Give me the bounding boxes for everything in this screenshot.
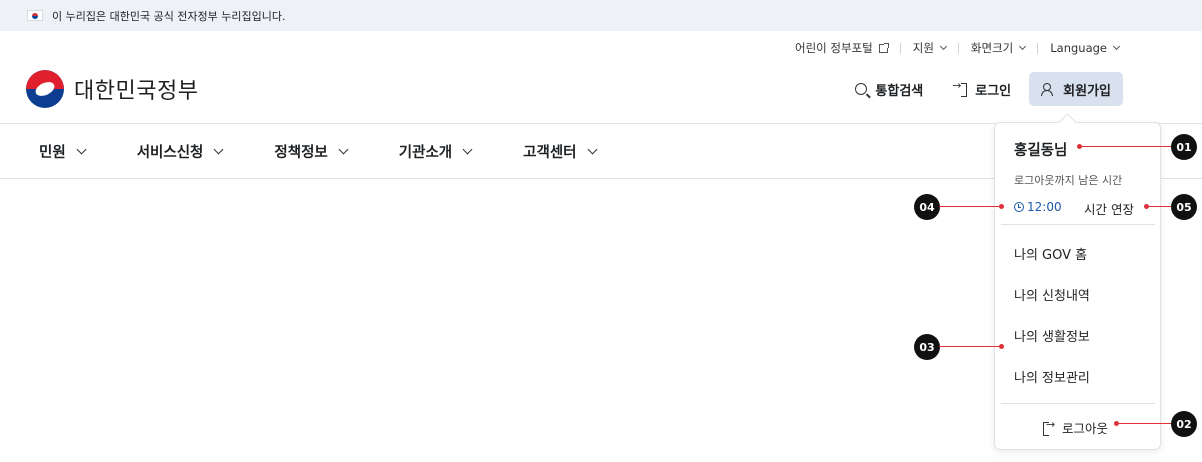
language-label: Language — [1050, 41, 1107, 55]
chevron-down-icon — [76, 144, 87, 154]
chevron-down-icon — [338, 144, 349, 154]
extend-session-button[interactable]: 시간 연장 — [1084, 199, 1134, 218]
chevron-down-icon — [1112, 42, 1121, 51]
menu-item-my-applications[interactable]: 나의 신청내역 — [1014, 274, 1090, 315]
divider — [1001, 224, 1155, 225]
callout-badge-01: 01 — [1171, 134, 1197, 160]
callout-dot — [999, 204, 1004, 209]
chevron-down-icon — [939, 42, 947, 51]
search-button[interactable]: 통합검색 — [843, 72, 935, 106]
callout-dot — [999, 344, 1004, 349]
divider — [899, 42, 901, 54]
clock-icon — [1014, 202, 1024, 212]
nav-item-customer-center[interactable]: 고객센터 — [523, 141, 597, 162]
nav-label: 민원 — [39, 144, 66, 161]
logout-icon — [1043, 418, 1056, 436]
signup-button[interactable]: 회원가입 — [1029, 72, 1123, 106]
callout-line — [1117, 423, 1173, 424]
nav-item-service-request[interactable]: 서비스신청 — [136, 141, 224, 162]
language-menu[interactable]: Language — [1050, 41, 1121, 55]
nav-label: 서비스신청 — [136, 144, 204, 161]
user-add-icon — [1041, 82, 1055, 96]
user-dropdown-panel: 홍길동님 로그아웃까지 남은 시간 12:00 시간 연장 나의 GOV 홈 나… — [994, 122, 1161, 450]
callout-line — [939, 346, 1002, 347]
signup-label: 회원가입 — [1063, 83, 1111, 99]
callout-line — [1147, 206, 1173, 207]
chevron-down-icon — [587, 144, 597, 154]
session-timer-value: 12:00 — [1027, 200, 1062, 214]
login-label: 로그인 — [975, 83, 1012, 99]
menu-item-my-info-management[interactable]: 나의 정보관리 — [1014, 356, 1090, 397]
taegeuk-logo-icon — [26, 70, 64, 108]
callout-badge-04: 04 — [914, 194, 940, 220]
support-menu[interactable]: 지원 — [912, 40, 947, 56]
kids-portal-label: 어린이 정부포털 — [795, 41, 873, 55]
nav-item-policy-info[interactable]: 정책정보 — [274, 141, 349, 162]
nav-label: 기관소개 — [398, 144, 453, 161]
main-nav: 민원 서비스신청 정책정보 기관소개 고객센터 — [39, 124, 648, 178]
nav-item-civil-affairs[interactable]: 민원 — [39, 141, 87, 162]
menu-item-my-life-info[interactable]: 나의 생활정보 — [1014, 315, 1090, 356]
callout-badge-03: 03 — [914, 334, 940, 360]
session-time-label: 로그아웃까지 남은 시간 — [1014, 174, 1123, 187]
divider — [1001, 403, 1155, 404]
gov-official-banner: 이 누리집은 대한민국 공식 전자정부 누리집입니다. — [0, 0, 1202, 31]
site-logo[interactable]: 대한민국정부 — [26, 70, 198, 108]
callout-line — [1080, 146, 1173, 147]
logout-button[interactable]: 로그아웃 — [1043, 418, 1108, 437]
callout-badge-05: 05 — [1171, 194, 1197, 220]
session-timer: 12:00 — [1014, 200, 1062, 214]
font-size-menu[interactable]: 화면크기 — [970, 40, 1027, 56]
kids-portal-link[interactable]: 어린이 정부포털 — [795, 40, 889, 56]
header-actions: 통합검색 로그인 회원가입 — [843, 72, 1123, 106]
korea-flag-icon — [27, 10, 43, 21]
external-link-icon — [878, 42, 889, 53]
nav-item-agency-intro[interactable]: 기관소개 — [398, 141, 473, 162]
nav-label: 정책정보 — [274, 144, 328, 161]
search-label: 통합검색 — [875, 83, 924, 99]
chevron-down-icon — [213, 144, 224, 154]
search-icon — [855, 83, 868, 95]
chevron-down-icon — [1019, 42, 1027, 51]
login-button[interactable]: 로그인 — [941, 72, 1023, 106]
login-icon — [952, 79, 968, 97]
nav-label: 고객센터 — [523, 144, 577, 161]
chevron-down-icon — [462, 144, 473, 154]
menu-item-my-gov-home[interactable]: 나의 GOV 홈 — [1014, 233, 1090, 274]
user-name: 홍길동님 — [1014, 143, 1068, 159]
callout-line — [939, 206, 1002, 207]
logout-label: 로그아웃 — [1062, 421, 1109, 436]
support-label: 지원 — [912, 41, 934, 55]
user-menu: 나의 GOV 홈 나의 신청내역 나의 생활정보 나의 정보관리 — [1014, 233, 1090, 397]
logo-text: 대한민국정부 — [74, 79, 199, 104]
font-size-label: 화면크기 — [970, 41, 1014, 55]
divider — [1037, 42, 1039, 54]
gov-banner-text: 이 누리집은 대한민국 공식 전자정부 누리집입니다. — [52, 9, 286, 23]
divider — [957, 42, 959, 54]
callout-badge-02: 02 — [1171, 411, 1197, 437]
utility-nav: 어린이 정부포털 지원 화면크기 Language — [795, 38, 1121, 58]
